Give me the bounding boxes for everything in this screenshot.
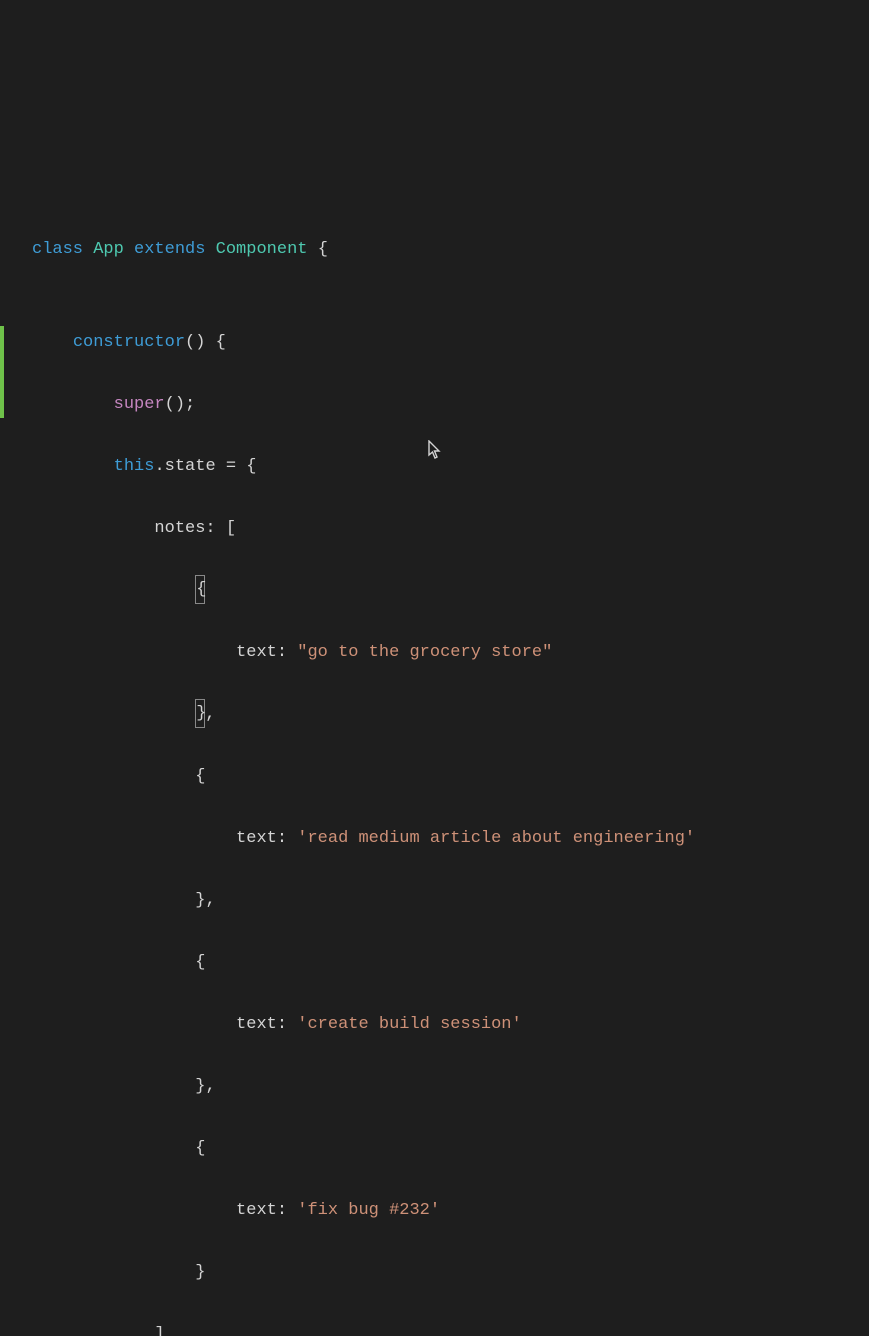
code-line: }, — [12, 1071, 869, 1102]
class-name-app: App — [93, 240, 124, 259]
code-line: text: "go to the grocery store" — [12, 637, 869, 668]
code-line: { — [12, 1133, 869, 1164]
code-line: }, — [12, 885, 869, 916]
string-literal: 'read medium article about engineering' — [297, 829, 695, 848]
code-line: { — [12, 575, 869, 606]
code-line: }, — [12, 699, 869, 730]
code-line: { — [12, 761, 869, 792]
class-name-component: Component — [216, 240, 308, 259]
string-literal: 'fix bug #232' — [297, 1201, 440, 1220]
code-line: super(); — [12, 389, 869, 420]
code-line: text: 'fix bug #232' — [12, 1195, 869, 1226]
matched-brace-open: { — [195, 575, 205, 604]
code-line: this.state = { — [12, 451, 869, 482]
keyword-super: super — [114, 395, 165, 414]
keyword-constructor: constructor — [73, 333, 185, 352]
code-line: notes: [ — [12, 513, 869, 544]
keyword-this: this — [114, 457, 155, 476]
code-line: { — [12, 947, 869, 978]
code-line: text: 'read medium article about enginee… — [12, 823, 869, 854]
keyword-extends: extends — [134, 240, 205, 259]
line-change-marker — [0, 326, 4, 418]
code-line: text: 'create build session' — [12, 1009, 869, 1040]
code-line: class App extends Component { — [12, 234, 869, 265]
code-line: constructor() { — [12, 327, 869, 358]
keyword-class: class — [32, 240, 83, 259]
code-editor-content[interactable]: class App extends Component { constructo… — [12, 203, 869, 1336]
string-literal: 'create build session' — [297, 1015, 521, 1034]
matched-brace-close: } — [195, 699, 205, 728]
string-literal: "go to the grocery store" — [297, 643, 552, 662]
code-line: ] — [12, 1319, 869, 1336]
code-line: } — [12, 1257, 869, 1288]
